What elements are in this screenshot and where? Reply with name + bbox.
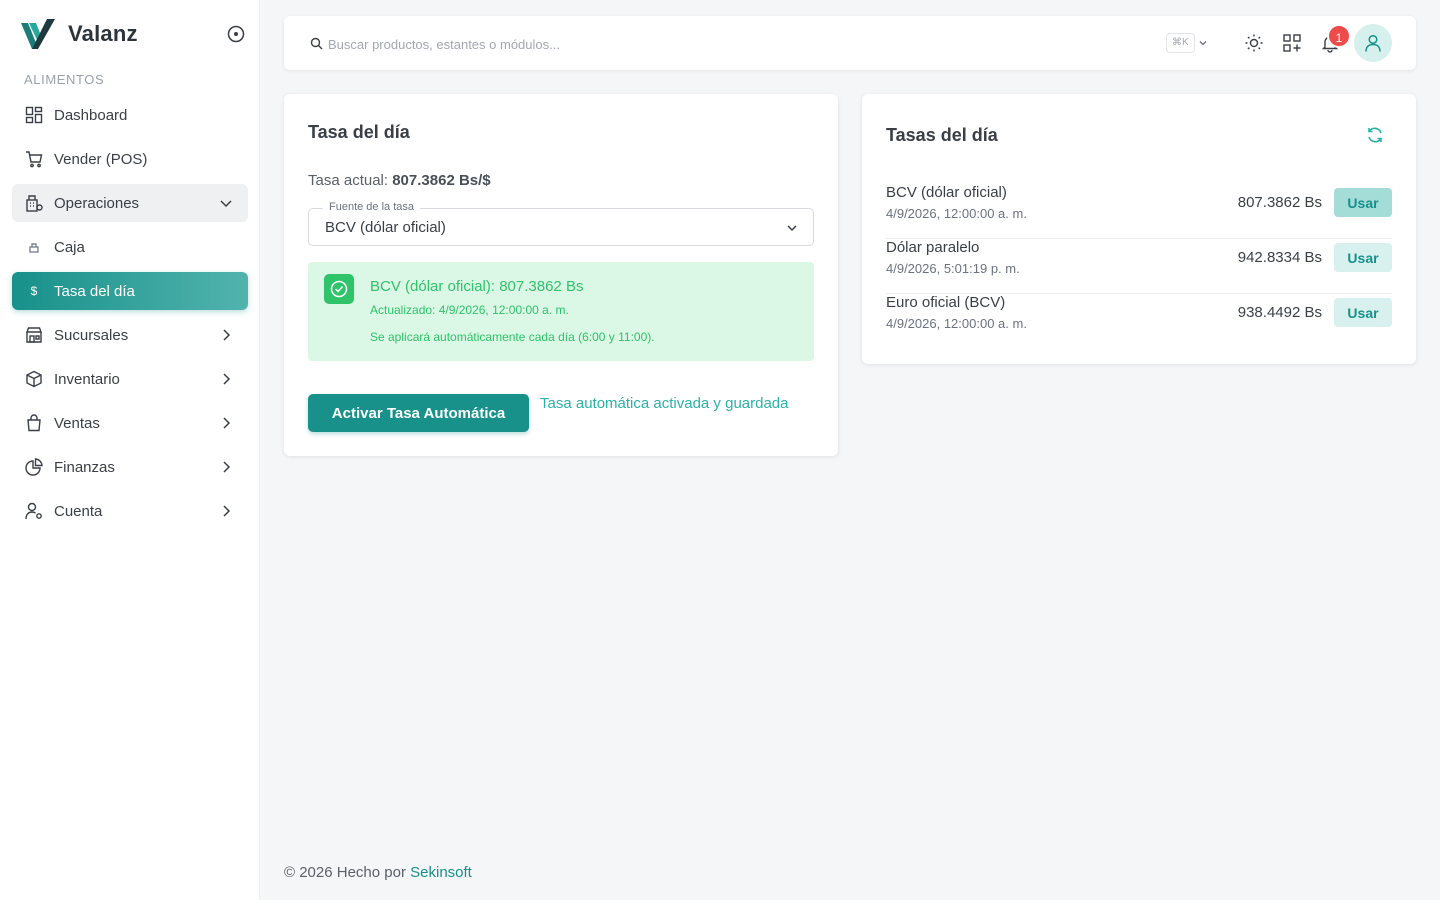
- brand[interactable]: Valanz: [20, 16, 138, 52]
- sidebar-item-label: Cuenta: [54, 502, 103, 520]
- dollar-icon: $: [30, 284, 38, 298]
- user-settings-icon: [24, 501, 44, 521]
- sidebar-item-label: Tasa del día: [54, 282, 135, 300]
- sidebar-item-pos[interactable]: Vender (POS): [12, 140, 248, 178]
- search-input[interactable]: [328, 32, 928, 56]
- alert-updated: Actualizado: 4/9/2026, 12:00:00 a. m.: [370, 303, 569, 317]
- pie-chart-icon: [24, 457, 44, 477]
- check-circle-icon: [324, 274, 354, 304]
- dashboard-icon: [24, 105, 44, 125]
- rate-value: 807.3862 Bs: [1237, 194, 1322, 211]
- apps-icon[interactable]: [1282, 33, 1302, 53]
- collapse-sidebar-icon[interactable]: [226, 24, 246, 44]
- brand-name: Valanz: [68, 21, 138, 46]
- chevron-right-icon: [223, 505, 231, 517]
- sidebar-item-label: Inventario: [54, 370, 120, 388]
- sidebar-item-inventario[interactable]: Inventario: [12, 360, 248, 398]
- box-icon: [24, 369, 44, 389]
- section-label: ALIMENTOS: [24, 72, 105, 87]
- sidebar-item-label: Operaciones: [54, 194, 140, 212]
- alert-title: BCV (dólar oficial): 807.3862 Bs: [370, 278, 584, 295]
- rate-row: Euro oficial (BCV) 4/9/2026, 12:00:00 a.…: [886, 294, 1392, 349]
- chevron-right-icon: [223, 329, 231, 341]
- rate-source-select[interactable]: Fuente de la tasa BCV (dólar oficial): [308, 201, 814, 246]
- rate-value: 942.8334 Bs: [1237, 249, 1322, 266]
- select-label: Fuente de la tasa: [323, 201, 421, 213]
- use-rate-button[interactable]: Usar: [1334, 188, 1392, 217]
- sidebar-item-label: Ventas: [54, 414, 100, 432]
- rate-value: 938.4492 Bs: [1237, 304, 1322, 321]
- chevron-right-icon: [223, 373, 231, 385]
- sidebar-item-label: Caja: [54, 238, 85, 256]
- sidebar-item-caja[interactable]: Caja: [12, 228, 248, 266]
- rate-time: 4/9/2026, 5:01:19 p. m.: [886, 261, 1020, 276]
- chevron-down-icon[interactable]: [1197, 37, 1209, 49]
- activate-auto-rate-button[interactable]: Activar Tasa Automática: [308, 394, 529, 432]
- sun-icon[interactable]: [1244, 33, 1264, 53]
- rate-row: Dólar paralelo 4/9/2026, 5:01:19 p. m. 9…: [886, 239, 1392, 294]
- cash-register-icon: [24, 237, 44, 257]
- select-value: BCV (dólar oficial): [325, 219, 446, 236]
- sidebar-item-finanzas[interactable]: Finanzas: [12, 448, 248, 486]
- sidebar-item-sucursales[interactable]: Sucursales: [12, 316, 248, 354]
- sidebar: Valanz ALIMENTOS Dashboard Vender (POS) …: [0, 0, 260, 900]
- chevron-down-icon: [220, 200, 232, 208]
- shortcut-hint: ⌘K: [1166, 33, 1195, 53]
- sidebar-item-tasa-del-dia[interactable]: $ Tasa del día: [12, 272, 248, 310]
- rate-name: Euro oficial (BCV): [886, 294, 1006, 311]
- success-alert: BCV (dólar oficial): 807.3862 Bs Actuali…: [308, 262, 814, 361]
- store-icon: [24, 325, 44, 345]
- sidebar-nav: Dashboard Vender (POS) Operaciones Caja …: [12, 96, 248, 536]
- current-rate: Tasa actual: 807.3862 Bs/$: [308, 172, 491, 189]
- sidebar-item-dashboard[interactable]: Dashboard: [12, 96, 248, 134]
- status-message: Tasa automática activada y guardada: [540, 395, 789, 412]
- search-icon: [310, 37, 323, 50]
- sidebar-item-label: Finanzas: [54, 458, 115, 476]
- sidebar-item-cuenta[interactable]: Cuenta: [12, 492, 248, 530]
- notification-badge: 1: [1327, 24, 1351, 48]
- sidebar-item-ventas[interactable]: Ventas: [12, 404, 248, 442]
- rate-config-card: Tasa del día Tasa actual: 807.3862 Bs/$ …: [284, 94, 838, 456]
- rate-time: 4/9/2026, 12:00:00 a. m.: [886, 316, 1027, 331]
- sidebar-item-operaciones[interactable]: Operaciones: [12, 184, 248, 222]
- cart-icon: [24, 149, 44, 169]
- footer: © 2026 Hecho por Sekinsoft: [284, 864, 472, 881]
- building-icon: [24, 193, 44, 213]
- chevron-right-icon: [223, 461, 231, 473]
- chevron-down-icon: [787, 225, 797, 232]
- use-rate-button[interactable]: Usar: [1334, 298, 1392, 327]
- chevron-right-icon: [223, 417, 231, 429]
- sidebar-item-label: Vender (POS): [54, 150, 148, 168]
- rate-name: Dólar paralelo: [886, 239, 980, 256]
- topbar: ⌘K 1: [284, 16, 1416, 70]
- footer-text: © 2026 Hecho por: [284, 864, 406, 881]
- sidebar-item-label: Sucursales: [54, 326, 129, 344]
- alert-note: Se aplicará automáticamente cada día (6:…: [370, 330, 655, 344]
- valanz-logo-icon: [21, 19, 55, 49]
- use-rate-button[interactable]: Usar: [1334, 243, 1392, 272]
- refresh-icon[interactable]: [1366, 126, 1384, 144]
- rate-name: BCV (dólar oficial): [886, 184, 1007, 201]
- shopping-bag-icon: [24, 413, 44, 433]
- user-icon: [1365, 34, 1381, 52]
- rate-row: BCV (dólar oficial) 4/9/2026, 12:00:00 a…: [886, 184, 1392, 239]
- sidebar-item-label: Dashboard: [54, 106, 128, 124]
- current-rate-label: Tasa actual:: [308, 172, 389, 189]
- card-title: Tasas del día: [886, 125, 998, 145]
- card-title: Tasa del día: [308, 122, 410, 142]
- current-rate-value: 807.3862 Bs/$: [392, 172, 491, 189]
- avatar[interactable]: [1354, 24, 1392, 62]
- footer-link[interactable]: Sekinsoft: [410, 864, 472, 881]
- rate-time: 4/9/2026, 12:00:00 a. m.: [886, 206, 1027, 221]
- rates-list-card: Tasas del día BCV (dólar oficial) 4/9/20…: [862, 94, 1416, 364]
